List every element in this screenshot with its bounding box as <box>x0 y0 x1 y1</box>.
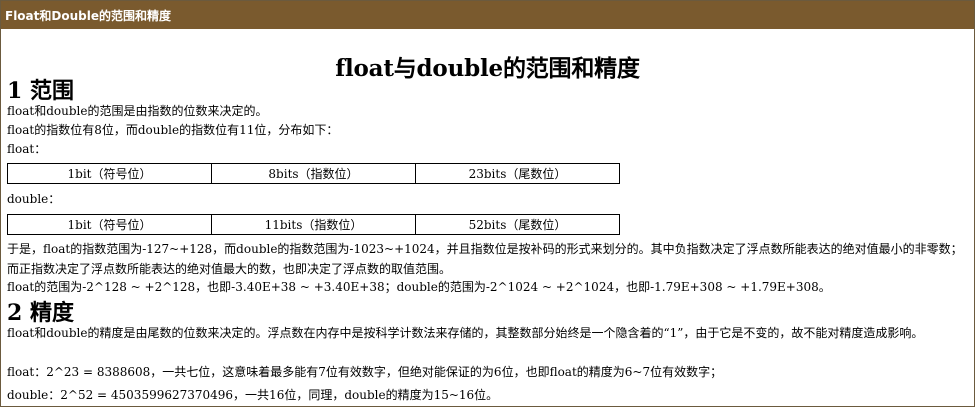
float-sign-bit-cell: 1bit（符号位） <box>7 163 212 184</box>
paragraph-precision-intro: float和double的精度是由尾数的位数来决定的。浮点数在内存中是按科学计数… <box>7 326 924 340</box>
double-sign-bit-cell: 1bit（符号位） <box>7 214 212 235</box>
window-title: Float和Double的范围和精度 <box>1 1 974 29</box>
window-frame: Float和Double的范围和精度 float与double的范围和精度 1 … <box>0 0 975 407</box>
float-bit-layout-table: 1bit（符号位） 8bits（指数位） 23bits（尾数位） <box>7 163 620 184</box>
paragraph-double-precision: double：2^52 = 4503599627370496，一共16位，同理，… <box>7 388 499 402</box>
paragraph-value-range: float的范围为-2^128 ~ +2^128，也即-3.40E+38 ~ +… <box>7 280 831 294</box>
double-bit-layout-table: 1bit（符号位） 11bits（指数位） 52bits（尾数位） <box>7 214 620 235</box>
article-title: float与double的范围和精度 <box>335 55 640 82</box>
table-row: 1bit（符号位） 11bits（指数位） 52bits（尾数位） <box>7 214 620 235</box>
paragraph-float-precision: float：2^23 = 8388608，一共七位，这意味着最多能有7位有效数字… <box>7 365 723 379</box>
float-exponent-bits-cell: 8bits（指数位） <box>211 163 416 184</box>
label-float: float： <box>7 142 47 156</box>
float-mantissa-bits-cell: 23bits（尾数位） <box>415 163 620 184</box>
paragraph-exponent-bits: float的指数位有8位，而double的指数位有11位，分布如下： <box>7 123 339 137</box>
double-exponent-bits-cell: 11bits（指数位） <box>211 214 416 235</box>
label-double: double： <box>7 192 61 206</box>
paragraph-exponent-range: 于是，float的指数范围为-127~+128，而double的指数范围为-10… <box>7 242 963 276</box>
paragraph-range-intro: float和double的范围是由指数的位数来决定的。 <box>7 104 268 118</box>
double-mantissa-bits-cell: 52bits（尾数位） <box>415 214 620 235</box>
table-row: 1bit（符号位） 8bits（指数位） 23bits（尾数位） <box>7 163 620 184</box>
